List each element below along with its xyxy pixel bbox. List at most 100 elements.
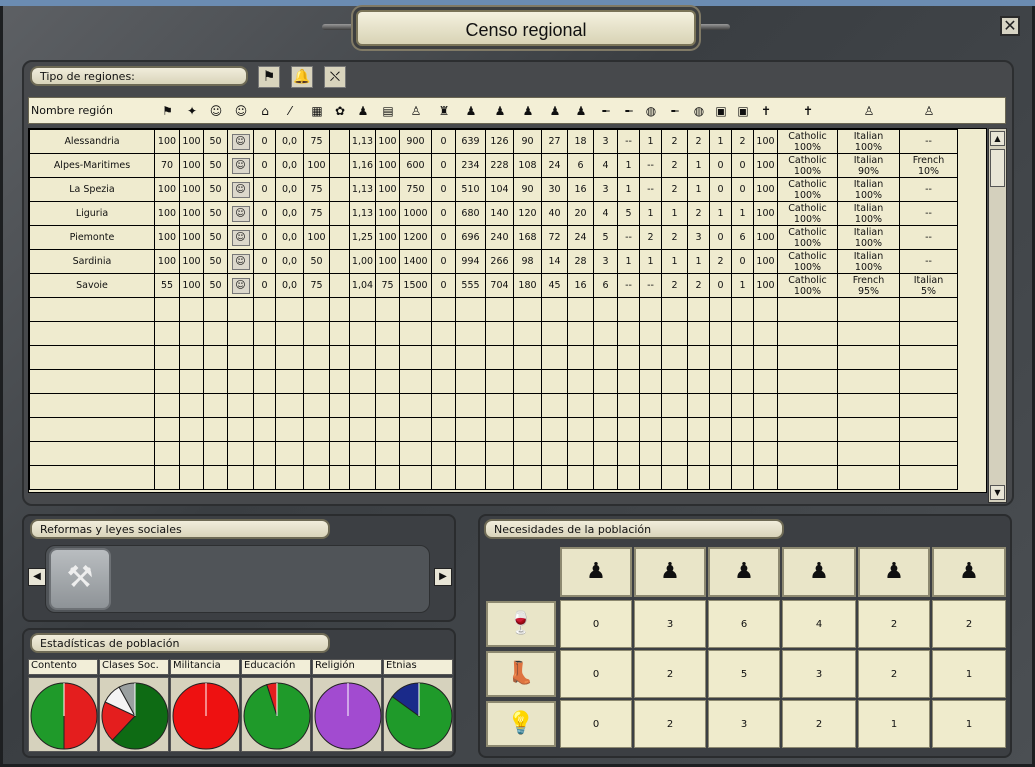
census-cell: 228 — [485, 153, 514, 178]
empty-cell — [567, 393, 594, 418]
reforms-left-arrow[interactable]: ◀ — [28, 568, 46, 586]
book-icon[interactable]: ▤ — [378, 101, 398, 121]
map-icon[interactable]: ▦ — [307, 101, 327, 121]
table-row[interactable] — [29, 345, 958, 370]
luxury-icon[interactable]: 💡 — [486, 701, 556, 747]
pop-icon[interactable]: ♟ — [545, 101, 565, 121]
table-row[interactable]: La Spezia 100 100 50 ☺ 0 0,0 75 1,13 100 750 0 510 10… — [29, 177, 958, 202]
table-row[interactable]: Piemonte 100 100 50 ☺ 0 0,0 100 1,25 100 1200 0 696 2… — [29, 225, 958, 250]
flag-filter-button[interactable]: ⚑ — [258, 66, 280, 88]
empty-cell — [541, 369, 568, 394]
pop-icon[interactable]: ♟ — [461, 101, 481, 121]
empty-cell — [329, 297, 350, 322]
table-row[interactable]: Savoie 55 100 50 ☺ 0 0,0 75 1,04 75 1500 0 555 704 180… — [29, 273, 958, 298]
empty-cell — [709, 393, 732, 418]
empty-cell — [455, 345, 486, 370]
census-cell: 1 — [687, 177, 710, 202]
table-row[interactable]: Liguria 100 100 50 ☺ 0 0,0 75 1,13 100 1000 0 680 140… — [29, 201, 958, 226]
empty-cell — [777, 441, 838, 466]
census-cell: 104 — [485, 177, 514, 202]
pop-icon[interactable]: ♟ — [490, 101, 510, 121]
table-row[interactable] — [29, 417, 958, 442]
people-icon[interactable]: ♟ — [353, 101, 373, 121]
masks-icon[interactable]: ☺ — [231, 101, 251, 121]
pop-icon[interactable]: ♟ — [708, 547, 780, 597]
ethnicity-icon[interactable]: ♙ — [919, 101, 939, 121]
food-icon[interactable]: ◍ — [641, 101, 661, 121]
close-button[interactable]: ✕ — [1000, 16, 1020, 36]
table-row[interactable] — [29, 297, 958, 322]
pop-icon[interactable]: ♟ — [560, 547, 632, 597]
census-cell: 1,00 — [349, 249, 376, 274]
stats-pie — [101, 682, 169, 750]
pop-icon[interactable]: ♟ — [858, 547, 930, 597]
soldier-icon[interactable]: ♜ — [434, 101, 454, 121]
empty-cell — [431, 369, 456, 394]
stats-tab[interactable]: Militancia — [170, 659, 240, 675]
stats-tab[interactable]: Contento — [28, 659, 98, 675]
masks-icon[interactable]: ☺ — [206, 101, 226, 121]
food-icon[interactable]: ◍ — [689, 101, 709, 121]
gun-icon[interactable]: ╾ — [665, 101, 685, 121]
reforms-right-arrow[interactable]: ▶ — [434, 568, 452, 586]
empty-cell — [639, 369, 662, 394]
workers-icon[interactable]: ♙ — [406, 101, 426, 121]
scroll-down-button[interactable]: ▼ — [990, 485, 1005, 500]
boots-icon[interactable]: 👢 — [486, 651, 556, 697]
need-value: 6 — [708, 600, 780, 648]
census-cell: -- — [639, 177, 662, 202]
ethnicity-icon[interactable]: ♙ — [859, 101, 879, 121]
table-row[interactable] — [29, 465, 958, 490]
census-cell: 3 — [593, 177, 618, 202]
worker-cart-icon[interactable]: ⚒ — [49, 548, 111, 610]
table-row[interactable] — [29, 441, 958, 466]
masks-icon: ☺ — [231, 253, 250, 270]
need-value: 3 — [634, 600, 706, 648]
table-row[interactable] — [29, 369, 958, 394]
factory-icon[interactable]: ⌂ — [255, 101, 275, 121]
crowd-icon[interactable]: ✿ — [330, 101, 350, 121]
gun-icon[interactable]: ╾ — [619, 101, 639, 121]
region-name-header[interactable]: Nombre región — [31, 104, 113, 117]
scroll-up-button[interactable]: ▲ — [990, 131, 1005, 146]
pop-icon[interactable]: ♟ — [571, 101, 591, 121]
table-row[interactable]: Alpes-Maritimes 70 100 50 ☺ 0 0,0 100 1,16 100 600… — [29, 153, 958, 178]
stats-tab[interactable]: Clases Soc. — [99, 659, 169, 675]
empty-cell — [731, 417, 754, 442]
flag-icon[interactable]: ⚑ — [158, 101, 178, 121]
pop-icon[interactable]: ♟ — [518, 101, 538, 121]
stats-tab[interactable]: Educación — [241, 659, 311, 675]
pop-icon[interactable]: ♟ — [634, 547, 706, 597]
empty-cell — [375, 345, 400, 370]
census-cell: 3 — [593, 129, 618, 154]
goods-icon[interactable]: ▣ — [733, 101, 753, 121]
party-icon[interactable]: ✦ — [182, 101, 202, 121]
empty-cell — [541, 393, 568, 418]
religion-icon[interactable]: ✝ — [798, 101, 818, 121]
table-row[interactable] — [29, 321, 958, 346]
table-row[interactable]: Alessandria 100 100 50 ☺ 0 0,0 75 1,13 100 900 0 639… — [29, 129, 958, 154]
census-cell: 98 — [513, 249, 542, 274]
table-row[interactable] — [29, 393, 958, 418]
empty-cell — [617, 393, 640, 418]
empty-cell — [203, 369, 228, 394]
goods-icon[interactable]: ▣ — [711, 101, 731, 121]
stats-pie-box — [28, 677, 98, 752]
rifle-icon[interactable]: ⁄ — [280, 101, 300, 121]
table-row[interactable]: Sardinia 100 100 50 ☺ 0 0,0 50 1,00 100 1400 0 994 26… — [29, 249, 958, 274]
needs-label: Necesidades de la población — [484, 519, 784, 539]
census-scrollbar[interactable]: ▲ ▼ — [988, 128, 1007, 503]
stats-tab[interactable]: Religión — [312, 659, 382, 675]
religion-icon[interactable]: ✝ — [756, 101, 776, 121]
empty-cell — [753, 369, 778, 394]
gun-icon[interactable]: ╾ — [596, 101, 616, 121]
bell-filter-button[interactable]: 🔔 — [291, 66, 313, 88]
empty-cell — [349, 465, 376, 490]
pop-icon[interactable]: ♟ — [932, 547, 1006, 597]
empty-cell — [349, 321, 376, 346]
pop-icon[interactable]: ♟ — [782, 547, 856, 597]
stats-tab[interactable]: Etnias — [383, 659, 453, 675]
wine-icon[interactable]: 🍷 — [486, 601, 556, 647]
barrier-filter-button[interactable]: ⛌ — [324, 66, 346, 88]
scroll-thumb[interactable] — [990, 149, 1005, 187]
